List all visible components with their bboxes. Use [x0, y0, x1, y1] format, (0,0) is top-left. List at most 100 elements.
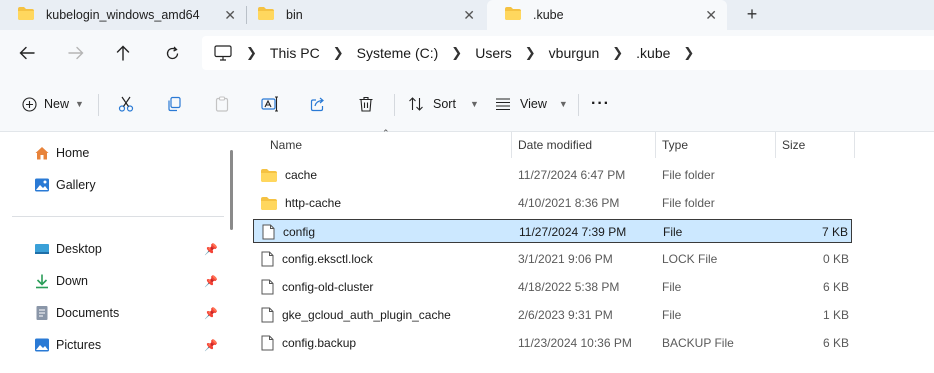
- file-date: 4/18/2022 5:38 PM: [518, 280, 620, 294]
- file-row[interactable]: http-cache 4/10/2021 8:36 PM File folder: [253, 191, 852, 215]
- divider: [12, 216, 224, 217]
- file-row[interactable]: config.eksctl.lock 3/1/2021 9:06 PM LOCK F…: [253, 247, 852, 271]
- chevron-right-icon[interactable]: ❯: [333, 45, 344, 61]
- tab-bin[interactable]: bin ✕: [240, 0, 485, 30]
- file-type: BACKUP File: [662, 336, 734, 350]
- folder-icon: [18, 7, 34, 23]
- column-divider[interactable]: [854, 132, 855, 158]
- file-name: config-old-cluster: [282, 280, 374, 294]
- delete-button[interactable]: [358, 92, 374, 116]
- file-type: File: [662, 308, 682, 322]
- column-header-size[interactable]: Size: [782, 132, 805, 158]
- chevron-right-icon[interactable]: ❯: [451, 45, 462, 61]
- arrow-right-icon: [68, 46, 84, 60]
- divider: [98, 94, 99, 116]
- folder-icon: [258, 7, 274, 23]
- breadcrumb-system-drive[interactable]: Systeme (C:): [357, 45, 439, 61]
- chevron-right-icon[interactable]: ❯: [683, 45, 694, 61]
- close-icon[interactable]: ✕: [705, 8, 717, 22]
- column-header-date[interactable]: Date modified: [518, 132, 592, 158]
- file-date: 4/10/2021 8:36 PM: [518, 196, 620, 210]
- arrow-left-icon: [19, 46, 35, 60]
- more-options-button[interactable]: ···: [591, 92, 610, 116]
- rename-button[interactable]: [261, 92, 279, 116]
- tab-strip: kubelogin_windows_amd64 ✕ bin ✕ .kube ✕ …: [0, 0, 934, 30]
- nav-item-pictures[interactable]: Pictures: [34, 334, 101, 356]
- file-name-cell: config.backup: [261, 331, 356, 355]
- folder-icon: [261, 168, 277, 182]
- file-row[interactable]: cache 11/27/2024 6:47 PM File folder: [253, 163, 852, 187]
- nav-item-gallery[interactable]: Gallery: [34, 174, 96, 196]
- paste-button[interactable]: [214, 92, 230, 116]
- tab-label: kubelogin_windows_amd64: [46, 8, 200, 22]
- nav-item-label: Gallery: [56, 178, 96, 192]
- file-name: config.backup: [282, 336, 357, 350]
- column-divider[interactable]: [775, 132, 776, 158]
- breadcrumb-kube[interactable]: .kube: [636, 45, 670, 61]
- tab-kubelogin[interactable]: kubelogin_windows_amd64 ✕: [0, 0, 246, 30]
- refresh-icon: [166, 46, 178, 59]
- file-name: config.eksctl.lock: [282, 252, 373, 266]
- computer-icon: [214, 45, 232, 61]
- chevron-down-icon: ▼: [469, 99, 479, 109]
- folder-icon: [505, 7, 521, 23]
- column-divider[interactable]: [511, 132, 512, 158]
- column-divider[interactable]: [655, 132, 656, 158]
- file-name-cell: cache: [261, 163, 317, 187]
- pin-icon[interactable]: 📌: [204, 307, 218, 320]
- breadcrumb-user[interactable]: vburgun: [549, 45, 600, 61]
- download-icon: [34, 273, 50, 289]
- file-row[interactable]: gke_gcloud_auth_plugin_cache 2/6/2023 9:3…: [253, 303, 852, 327]
- copy-icon: [168, 96, 181, 112]
- chevron-down-icon: ▼: [75, 99, 84, 109]
- share-button[interactable]: [310, 92, 326, 116]
- sort-button[interactable]: Sort ▼: [408, 92, 479, 116]
- nav-item-downloads[interactable]: Down: [34, 270, 88, 292]
- tab-kube[interactable]: .kube ✕: [487, 0, 727, 30]
- pin-icon[interactable]: 📌: [204, 243, 218, 256]
- cut-button[interactable]: [118, 92, 134, 116]
- file-size: 7 KB: [821, 225, 848, 239]
- file-icon: [261, 307, 274, 323]
- address-bar[interactable]: ❯ This PC ❯ Systeme (C:) ❯ Users ❯ vburg…: [202, 36, 934, 70]
- file-icon: [261, 251, 274, 267]
- back-button[interactable]: [16, 42, 38, 64]
- nav-scrollbar[interactable]: [230, 150, 233, 230]
- up-button[interactable]: [112, 42, 134, 64]
- new-button[interactable]: New ▼: [22, 92, 84, 116]
- file-name: config: [283, 225, 316, 239]
- file-icon: [262, 224, 275, 240]
- file-icon: [261, 335, 274, 351]
- copy-button[interactable]: [166, 92, 182, 116]
- nav-item-desktop[interactable]: Desktop: [34, 238, 102, 260]
- file-size: 1 KB: [822, 308, 849, 322]
- pin-icon[interactable]: 📌: [204, 275, 218, 288]
- new-tab-button[interactable]: +: [742, 5, 762, 25]
- column-header-name[interactable]: Name: [270, 132, 302, 158]
- scissors-icon: [118, 96, 134, 112]
- nav-item-documents[interactable]: Documents: [34, 302, 119, 324]
- pin-icon[interactable]: 📌: [204, 339, 218, 352]
- view-button[interactable]: View ▼: [495, 92, 568, 116]
- close-icon[interactable]: ✕: [463, 8, 475, 22]
- file-icon: [261, 279, 274, 295]
- file-name-cell: config: [262, 220, 315, 244]
- view-list-icon: [495, 97, 511, 111]
- close-icon[interactable]: ✕: [224, 8, 236, 22]
- file-name-cell: http-cache: [261, 191, 341, 215]
- file-type: LOCK File: [662, 252, 718, 266]
- breadcrumb-users[interactable]: Users: [475, 45, 512, 61]
- chevron-right-icon[interactable]: ❯: [525, 45, 536, 61]
- file-row[interactable]: config 11/27/2024 7:39 PM File 7 KB: [253, 219, 852, 243]
- column-header-type[interactable]: Type: [662, 132, 688, 158]
- nav-item-label: Pictures: [56, 338, 102, 352]
- file-name: http-cache: [285, 196, 342, 210]
- file-row[interactable]: config.backup 11/23/2024 10:36 PM BACKUP F…: [253, 331, 852, 355]
- refresh-button[interactable]: [161, 42, 183, 64]
- chevron-right-icon[interactable]: ❯: [612, 45, 623, 61]
- nav-item-home[interactable]: Home: [34, 142, 89, 164]
- forward-button[interactable]: [65, 42, 87, 64]
- share-icon: [310, 97, 324, 112]
- file-row[interactable]: config-old-cluster 4/18/2022 5:38 PM File 6…: [253, 275, 852, 299]
- breadcrumb-this-pc[interactable]: This PC: [270, 45, 320, 61]
